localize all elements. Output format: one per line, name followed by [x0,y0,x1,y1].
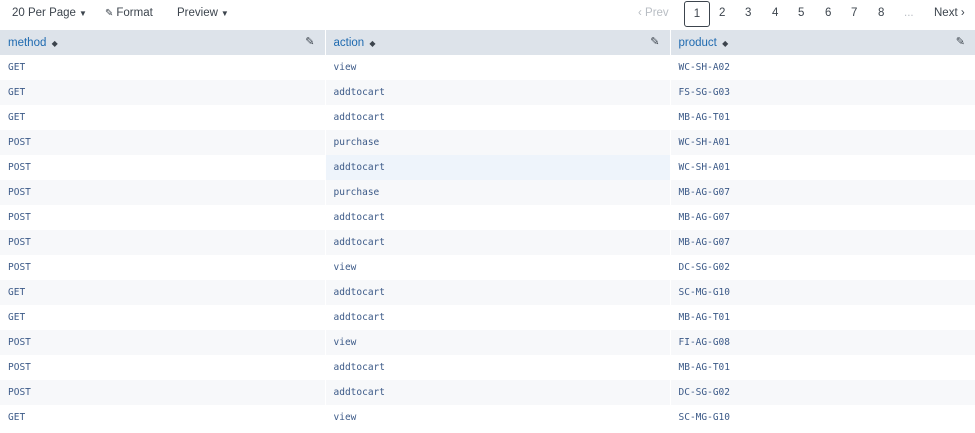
table-cell-product[interactable]: SC-MG-G10 [669,405,975,430]
table-cell-action[interactable]: view [324,405,670,430]
table-cell-product[interactable]: MB-AG-T01 [669,355,975,380]
table-cell-action[interactable]: purchase [324,180,670,205]
table-row: POST addtocart MB-AG-T01 [0,355,975,380]
page-button-1[interactable]: 1 [684,1,710,27]
table-row: POST addtocart DC-SG-G02 [0,380,975,405]
table-row: GET view SC-MG-G10 [0,405,975,430]
table-row: GET view WC-SH-A02 [0,55,975,80]
prev-page-button[interactable]: ‹ Prev [638,7,669,19]
table-cell-product[interactable]: FS-SG-G03 [669,80,975,105]
page-button-8[interactable]: 8 [878,7,884,19]
column-header-label: product [678,36,717,49]
table-row: GET addtocart MB-AG-T01 [0,305,975,330]
table-cell-method[interactable]: POST [0,230,325,255]
table-row: POST addtocart MB-AG-G07 [0,205,975,230]
table-cell-action[interactable]: addtocart [324,205,670,230]
page-button-5[interactable]: 5 [798,7,804,19]
table-cell-product[interactable]: FI-AG-G08 [669,330,975,355]
sort-icon: ◆ [51,38,58,48]
sort-icon: ◆ [722,38,729,48]
page-button-2[interactable]: 2 [719,7,725,19]
column-header-method[interactable]: method ◆ ✎ [0,30,325,55]
table-cell-action[interactable]: view [324,255,670,280]
table-row: POST view FI-AG-G08 [0,330,975,355]
table-cell-method[interactable]: GET [0,55,325,80]
table-row: GET addtocart MB-AG-T01 [0,105,975,130]
table-cell-method[interactable]: GET [0,305,325,330]
format-button[interactable]: ✎ Format [105,7,153,19]
caret-down-icon: ▼ [220,8,229,18]
caret-down-icon: ▼ [78,8,87,18]
sort-icon: ◆ [369,38,376,48]
table-header-row: method ◆ ✎ action ◆ ✎ product ◆ ✎ [0,30,975,55]
page-button-7[interactable]: 7 [851,7,857,19]
results-table: method ◆ ✎ action ◆ ✎ product ◆ ✎ GET vie… [0,30,975,430]
table-cell-product[interactable]: WC-SH-A02 [669,55,975,80]
table-cell-method[interactable]: POST [0,130,325,155]
table-cell-product[interactable]: DC-SG-G02 [669,255,975,280]
table-cell-action[interactable]: addtocart [324,80,670,105]
column-header-product[interactable]: product ◆ ✎ [669,30,975,55]
table-cell-action[interactable]: addtocart [324,305,670,330]
table-row: POST addtocart WC-SH-A01 [0,155,975,180]
edit-column-icon[interactable]: ✎ [956,35,965,48]
table-cell-product[interactable]: SC-MG-G10 [669,280,975,305]
table-cell-method[interactable]: GET [0,280,325,305]
table-cell-action[interactable]: addtocart [324,230,670,255]
table-cell-product[interactable]: MB-AG-G07 [669,230,975,255]
per-page-label: 20 Per Page [12,7,76,19]
table-cell-method[interactable]: POST [0,355,325,380]
table-cell-action[interactable]: view [324,55,670,80]
edit-column-icon[interactable]: ✎ [650,35,659,48]
table-row: POST purchase MB-AG-G07 [0,180,975,205]
page-button-6[interactable]: 6 [825,7,831,19]
column-header-label: action [333,36,365,49]
column-header-action[interactable]: action ◆ ✎ [324,30,670,55]
table-row: POST view DC-SG-G02 [0,255,975,280]
table-cell-action[interactable]: addtocart [324,155,670,180]
column-header-label: method [8,36,47,49]
next-page-button[interactable]: Next › [934,7,965,19]
table-cell-product[interactable]: DC-SG-G02 [669,380,975,405]
table-cell-method[interactable]: GET [0,405,325,430]
table-cell-method[interactable]: POST [0,380,325,405]
table-cell-product[interactable]: MB-AG-G07 [669,180,975,205]
table-cell-method[interactable]: POST [0,180,325,205]
table-cell-action[interactable]: addtocart [324,355,670,380]
table-row: POST purchase WC-SH-A01 [0,130,975,155]
table-cell-action[interactable]: addtocart [324,380,670,405]
table-cell-action[interactable]: view [324,330,670,355]
per-page-dropdown[interactable]: 20 Per Page ▼ [12,7,87,19]
table-cell-product[interactable]: WC-SH-A01 [669,155,975,180]
table-cell-action[interactable]: addtocart [324,105,670,130]
pencil-icon: ✎ [105,7,114,19]
table-cell-product[interactable]: MB-AG-G07 [669,205,975,230]
table-cell-method[interactable]: GET [0,105,325,130]
preview-label: Preview [177,7,218,19]
page-button-3[interactable]: 3 [745,7,751,19]
format-label: Format [116,7,153,19]
table-cell-product[interactable]: MB-AG-T01 [669,305,975,330]
table-cell-method[interactable]: POST [0,330,325,355]
table-cell-action[interactable]: addtocart [324,280,670,305]
table-cell-action[interactable]: purchase [324,130,670,155]
table-row: POST addtocart MB-AG-G07 [0,230,975,255]
table-row: GET addtocart FS-SG-G03 [0,80,975,105]
table-row: GET addtocart SC-MG-G10 [0,280,975,305]
table-cell-method[interactable]: POST [0,205,325,230]
table-cell-method[interactable]: POST [0,155,325,180]
results-toolbar: 20 Per Page ▼ ✎ Format Preview ▼ ‹ Prev … [0,0,975,30]
table-cell-product[interactable]: MB-AG-T01 [669,105,975,130]
table-cell-product[interactable]: WC-SH-A01 [669,130,975,155]
page-button-4[interactable]: 4 [772,7,778,19]
preview-dropdown[interactable]: Preview ▼ [177,7,229,19]
table-cell-method[interactable]: POST [0,255,325,280]
table-cell-method[interactable]: GET [0,80,325,105]
pager-ellipsis: ... [904,7,914,19]
edit-column-icon[interactable]: ✎ [305,35,314,48]
